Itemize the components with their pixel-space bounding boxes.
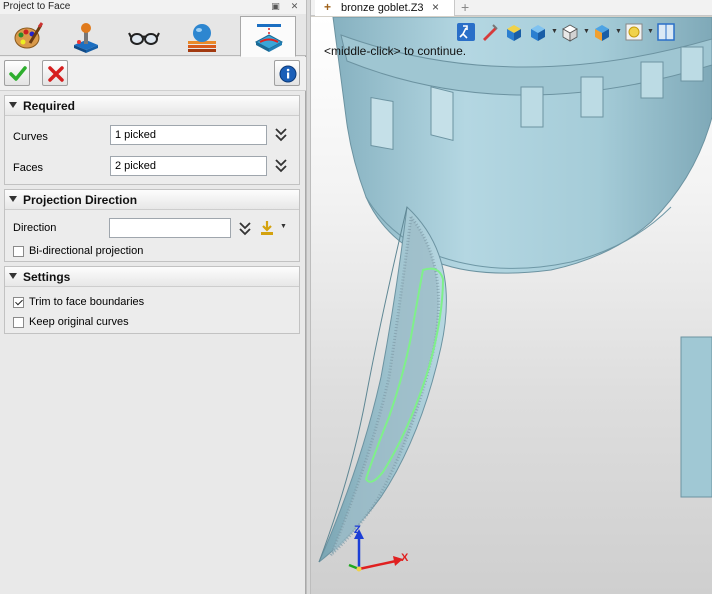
status-hint: <middle-click> to continue. — [324, 44, 467, 58]
curves-expand-chevron-icon[interactable] — [274, 127, 288, 143]
project-to-face-icon — [254, 24, 284, 52]
pin-icon: + — [324, 0, 332, 14]
settings-title: Settings — [23, 270, 71, 284]
panel-title: Project to Face — [3, 1, 71, 12]
projection-title: Projection Direction — [23, 193, 138, 207]
checkmark-icon — [9, 66, 27, 81]
required-title: Required — [23, 99, 76, 113]
trim-label: Trim to face boundaries — [29, 296, 145, 308]
new-tab-button[interactable]: + — [461, 0, 469, 15]
lighting-dropdown-icon[interactable]: ▼ — [647, 28, 654, 35]
3d-viewport[interactable]: <middle-click> to continue. ▼ ▼ ▼ ▼ Z X — [311, 17, 712, 594]
close-tab-icon[interactable]: × — [432, 0, 439, 15]
keep-curves-label: Keep original curves — [29, 316, 129, 328]
ok-button[interactable] — [4, 60, 30, 86]
collapse-arrow-icon[interactable] — [9, 196, 17, 202]
document-tab-title: bronze goblet.Z3 — [341, 2, 424, 14]
document-tab-bar: + bronze goblet.Z3 × + — [311, 0, 712, 16]
keep-curves-checkbox[interactable] — [13, 317, 24, 328]
document-tab[interactable]: + bronze goblet.Z3 × — [315, 0, 455, 16]
curves-label: Curves — [13, 131, 48, 143]
projection-section: Projection Direction Direction ▼ Bi-dire… — [4, 189, 300, 262]
layers-sphere-icon — [188, 24, 216, 52]
tab-joystick[interactable] — [58, 16, 114, 54]
pick-filter-icon[interactable] — [480, 22, 500, 42]
window-layout-icon[interactable] — [656, 22, 676, 42]
cancel-x-icon — [48, 66, 64, 82]
direction-expand-chevron-icon[interactable] — [238, 221, 252, 237]
curves-field[interactable]: 1 picked — [110, 125, 267, 145]
tab-layers-sphere[interactable] — [174, 16, 230, 54]
display-mode-dropdown-icon[interactable]: ▼ — [615, 28, 622, 35]
shaded-box-icon[interactable] — [504, 22, 524, 42]
action-row — [0, 57, 306, 91]
panel-titlebar: Project to Face ▣ ✕ — [0, 0, 306, 14]
settings-section: Settings Trim to face boundaries Keep or… — [4, 266, 300, 334]
restore-icon[interactable]: ▣ — [270, 1, 281, 12]
settings-header[interactable]: Settings — [5, 267, 299, 287]
close-icon[interactable]: ✕ — [289, 1, 300, 12]
required-header[interactable]: Required — [5, 96, 299, 116]
bidirectional-label: Bi-directional projection — [29, 245, 144, 257]
lighting-icon[interactable] — [624, 22, 644, 42]
view-toolbar: ▼ ▼ ▼ ▼ — [456, 22, 712, 44]
panel-empty-area — [0, 336, 305, 594]
wireframe-dropdown-icon[interactable]: ▼ — [583, 28, 590, 35]
collapse-arrow-icon[interactable] — [9, 273, 17, 279]
glasses-icon — [128, 32, 160, 45]
info-button[interactable] — [274, 60, 300, 86]
view-cube-dropdown-icon[interactable]: ▼ — [551, 28, 558, 35]
direction-dropdown-arrow-icon[interactable]: ▼ — [280, 223, 287, 230]
projection-header[interactable]: Projection Direction — [5, 190, 299, 210]
exit-view-icon[interactable] — [456, 22, 476, 42]
view-cube-icon[interactable] — [528, 22, 548, 42]
cancel-button[interactable] — [42, 60, 68, 86]
wireframe-cube-icon[interactable] — [560, 22, 580, 42]
mode-tab-strip — [0, 14, 306, 57]
x-axis-label: X — [401, 552, 409, 564]
tab-project-to-face[interactable] — [240, 16, 296, 57]
z-axis-label: Z — [354, 524, 361, 536]
info-icon — [279, 65, 297, 83]
required-section: Required Curves 1 picked Faces 2 picked — [4, 95, 300, 185]
bidirectional-checkbox[interactable] — [13, 246, 24, 257]
tab-palette[interactable] — [0, 16, 56, 54]
collapse-arrow-icon[interactable] — [9, 102, 17, 108]
project-to-face-panel: Project to Face ▣ ✕ Required Curves 1 pi… — [0, 0, 306, 594]
joystick-icon — [74, 23, 98, 53]
palette-icon — [14, 22, 44, 49]
tab-glasses[interactable] — [116, 16, 172, 54]
trim-checkbox[interactable] — [13, 297, 24, 308]
model-render — [318, 17, 712, 563]
display-mode-icon[interactable] — [592, 22, 612, 42]
direction-field[interactable] — [109, 218, 231, 238]
direction-picker-icon[interactable] — [259, 220, 275, 236]
x-axis-line — [358, 559, 397, 571]
faces-label: Faces — [13, 162, 43, 174]
faces-field[interactable]: 2 picked — [110, 156, 267, 176]
faces-expand-chevron-icon[interactable] — [274, 158, 288, 174]
direction-label: Direction — [13, 222, 57, 234]
axis-triad — [348, 529, 403, 572]
